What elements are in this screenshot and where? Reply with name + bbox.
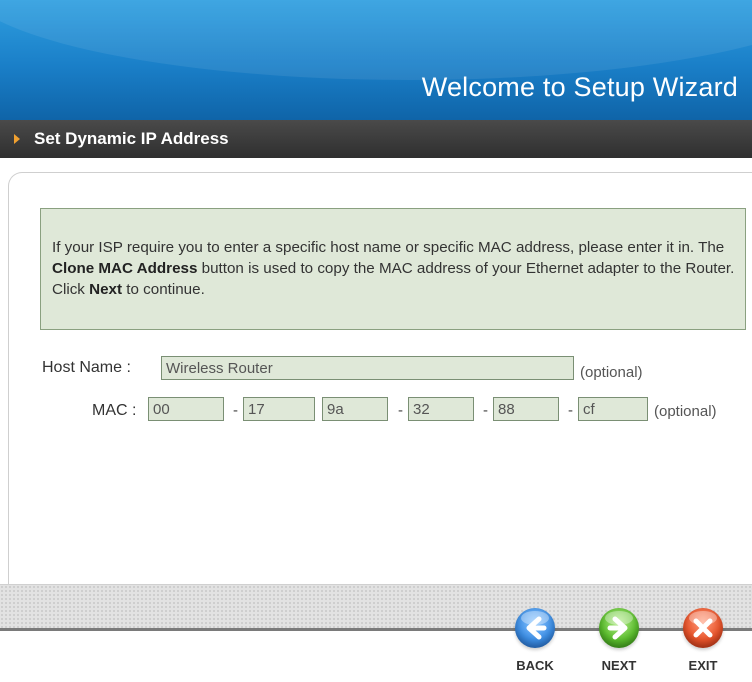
mac-separator: - (483, 402, 488, 419)
info-box: If your ISP require you to enter a speci… (40, 208, 746, 330)
info-text: If your ISP require you to enter a speci… (52, 237, 742, 300)
info-text-part: to continue. (122, 281, 205, 298)
header-banner: Welcome to Setup Wizard (0, 0, 752, 120)
mac-field-4[interactable] (408, 397, 474, 421)
mac-separator: - (233, 402, 238, 419)
next-label: NEXT (601, 658, 637, 673)
mac-label: MAC : (92, 402, 137, 419)
exit-label: EXIT (688, 658, 718, 673)
mac-separator: - (398, 402, 403, 419)
next-button[interactable]: NEXT (589, 608, 649, 673)
host-name-input[interactable] (161, 356, 574, 380)
mac-field-5[interactable] (493, 397, 559, 421)
arrow-right-icon (607, 616, 628, 640)
section-title: Set Dynamic IP Address (34, 129, 229, 148)
mac-field-3[interactable] (322, 397, 388, 421)
exit-button[interactable]: EXIT (673, 608, 733, 673)
exit-circle (683, 608, 723, 648)
section-bar: Set Dynamic IP Address (0, 120, 752, 158)
mac-field-1[interactable] (148, 397, 224, 421)
host-name-optional: (optional) (580, 364, 643, 381)
info-text-next: Next (89, 281, 123, 298)
mac-field-2[interactable] (243, 397, 315, 421)
back-circle (515, 608, 555, 648)
mac-optional: (optional) (654, 403, 717, 420)
info-text-clone-mac: Clone MAC Address (52, 260, 198, 277)
next-circle (599, 608, 639, 648)
mac-field-6[interactable] (578, 397, 648, 421)
host-name-label: Host Name : (42, 359, 131, 376)
section-arrow-icon (14, 134, 20, 144)
back-label: BACK (516, 658, 554, 673)
wizard-title: Welcome to Setup Wizard (421, 72, 738, 102)
info-text-part: If your ISP require you to enter a speci… (52, 239, 725, 256)
arrow-left-icon (526, 616, 547, 640)
close-icon (693, 618, 713, 638)
back-button[interactable]: BACK (505, 608, 565, 673)
mac-separator: - (568, 402, 573, 419)
